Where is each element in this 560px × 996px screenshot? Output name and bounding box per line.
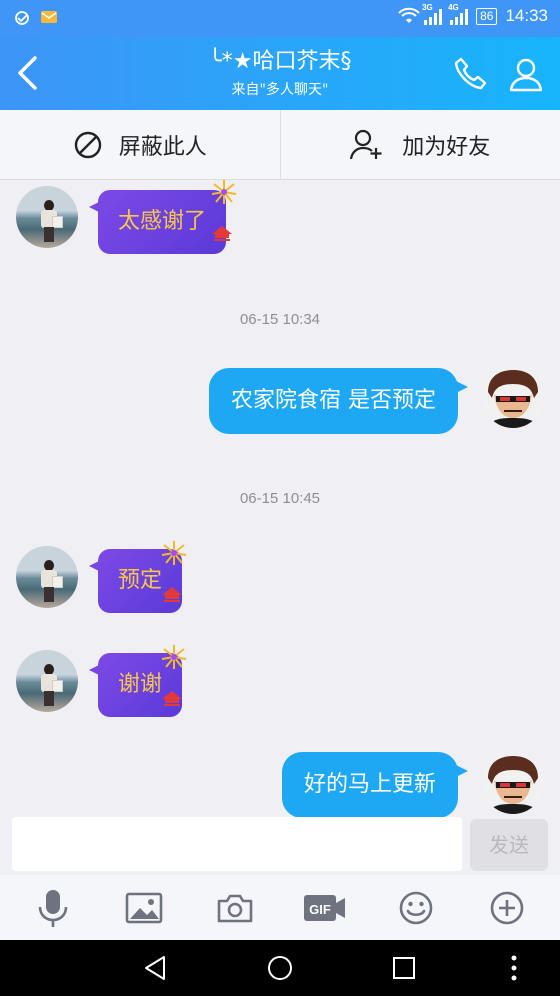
- signal-4g-icon: 4G: [448, 3, 469, 25]
- add-person-icon: [350, 129, 382, 159]
- nav-menu-button[interactable]: [494, 948, 534, 988]
- chevron-left-icon: [18, 56, 37, 90]
- firework-decoration-icon: [161, 645, 187, 706]
- block-button[interactable]: 屏蔽此人: [0, 110, 280, 179]
- my-avatar[interactable]: [482, 366, 544, 428]
- message-bubble-sent[interactable]: 好的马上更新: [281, 752, 469, 818]
- battery-indicator: 86: [476, 7, 498, 25]
- message-input[interactable]: [12, 817, 462, 871]
- signal-3g-icon: 3G: [422, 3, 443, 25]
- call-button[interactable]: [448, 52, 492, 96]
- block-icon: [74, 131, 101, 158]
- chat-title: ╰*★哈口芥末§: [208, 49, 352, 74]
- image-icon: [125, 892, 163, 923]
- more-button[interactable]: [483, 884, 531, 932]
- contact-avatar[interactable]: [16, 546, 78, 608]
- contact-avatar[interactable]: [16, 186, 78, 248]
- smiley-icon: [399, 891, 433, 924]
- send-button[interactable]: 发送: [470, 819, 548, 871]
- system-navigation-bar: [0, 940, 560, 996]
- square-recents-icon: [393, 957, 415, 979]
- nav-home-button[interactable]: [260, 948, 300, 988]
- circle-home-icon: [268, 956, 292, 980]
- voice-button[interactable]: [29, 884, 77, 932]
- firework-decoration-icon: [211, 180, 237, 241]
- svg-text:GIF: GIF: [309, 902, 331, 917]
- camera-button[interactable]: [211, 884, 259, 932]
- clock: 14:33: [505, 6, 548, 25]
- firework-decoration-icon: [161, 541, 187, 602]
- add-friend-button[interactable]: 加为好友: [281, 110, 560, 179]
- nav-back-button[interactable]: [135, 948, 175, 988]
- plus-circle-icon: [490, 891, 523, 924]
- person-icon: [509, 58, 543, 92]
- gallery-button[interactable]: [120, 884, 168, 932]
- message-bubble-sent[interactable]: 农家院食宿 是否预定: [209, 368, 468, 434]
- mail-icon: [40, 9, 58, 27]
- add-friend-label: 加为好友: [402, 134, 491, 160]
- composer-toolbar: GIF: [0, 875, 560, 940]
- nav-recents-button[interactable]: [384, 948, 424, 988]
- chat-header: ╰*★哈口芥末§ 来自"多人聊天": [0, 37, 560, 110]
- my-avatar[interactable]: [482, 752, 544, 814]
- stranger-actions: 屏蔽此人 加为好友: [0, 110, 560, 180]
- wifi-icon: [398, 7, 420, 25]
- triangle-back-icon: [145, 956, 165, 980]
- more-vertical-icon: [511, 955, 517, 981]
- notification-icon: [14, 9, 32, 27]
- contact-avatar[interactable]: [16, 650, 78, 712]
- gif-icon: GIF: [304, 894, 346, 921]
- timestamp: 06-15 10:34: [239, 311, 321, 328]
- chat-subtitle: 来自"多人聊天": [231, 82, 329, 98]
- gif-button[interactable]: GIF: [301, 884, 349, 932]
- status-bar: 3G 4G 86 14:33: [0, 0, 560, 37]
- timestamp: 06-15 10:45: [239, 490, 321, 507]
- phone-icon: [454, 57, 487, 90]
- emoji-button[interactable]: [392, 884, 440, 932]
- back-button[interactable]: [6, 51, 50, 95]
- composer: 发送: [0, 817, 560, 875]
- block-label: 屏蔽此人: [118, 134, 207, 160]
- profile-button[interactable]: [504, 52, 548, 96]
- camera-icon: [217, 894, 252, 922]
- microphone-icon: [39, 889, 68, 927]
